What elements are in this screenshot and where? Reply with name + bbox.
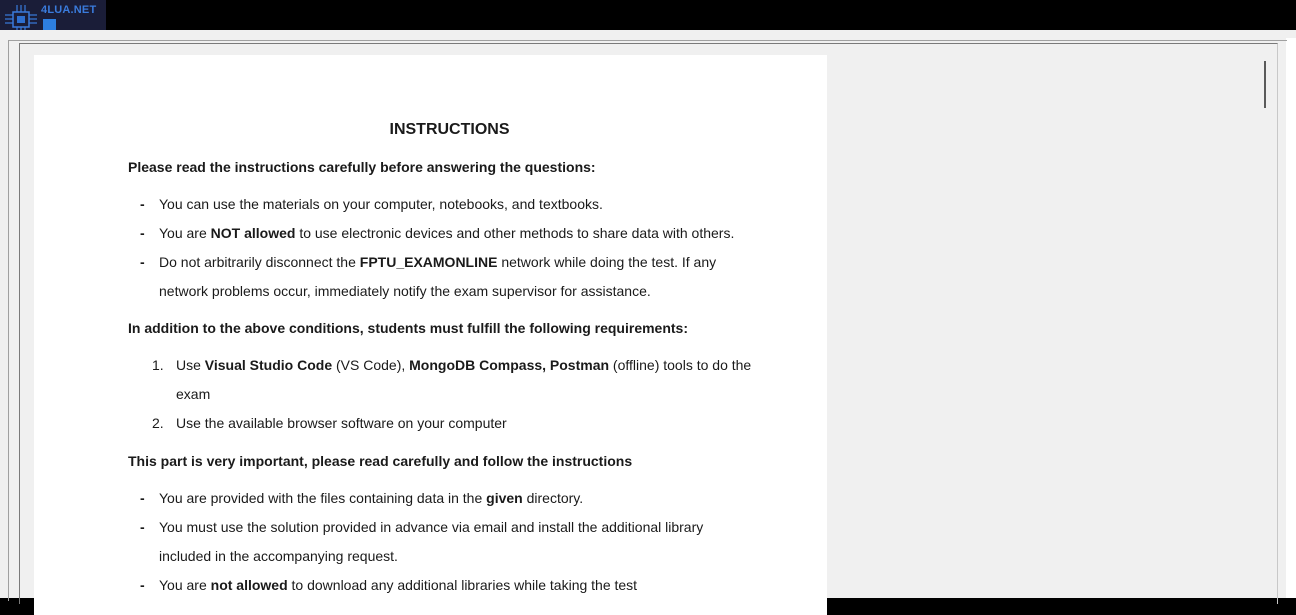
list-item-emphasis: Postman <box>549 357 610 373</box>
requirements-heading: In addition to the above conditions, stu… <box>128 320 689 336</box>
bullet-marker: - <box>140 196 145 212</box>
list-number: 1. <box>152 357 164 373</box>
logo-text: 4LUA.NET <box>41 4 97 16</box>
list-item: You are NOT allowed to use electronic de… <box>159 225 734 241</box>
list-item-continuation: included in the accompanying request. <box>159 548 398 564</box>
list-item: You are provided with the files containi… <box>159 490 583 506</box>
list-item-text: (VS Code), <box>332 357 410 373</box>
list-item-text: You are <box>159 577 211 593</box>
list-number: 2. <box>152 415 164 431</box>
list-item-emphasis: not allowed <box>210 577 288 593</box>
list-item-text: Do not arbitrarily disconnect the FPTU_E… <box>159 254 716 270</box>
important-heading: This part is very important, please read… <box>128 453 633 469</box>
list-item: Do not arbitrarily disconnect the FPTU_E… <box>159 254 771 270</box>
numbered-item: Use Visual Studio Code (VS Code), MongoD… <box>176 357 751 373</box>
list-item: You must use the solution provided in ad… <box>159 519 704 535</box>
viewer-edge <box>1286 38 1296 598</box>
numbered-item-continuation: exam <box>176 386 211 402</box>
document-viewer: INSTRUCTIONS Please read the instruction… <box>0 30 1296 615</box>
list-item-text: You are provided with the files containi… <box>159 490 487 506</box>
list-item-emphasis: FPTU_EXAMONLINE <box>359 254 498 270</box>
list-item-text: Use <box>176 357 205 373</box>
list-item-text-part: Do not arbitrarily disconnect the <box>159 254 360 270</box>
page-title: INSTRUCTIONS <box>389 121 510 138</box>
list-item-emphasis: given <box>486 490 523 506</box>
bullet-marker: - <box>140 577 145 593</box>
list-item-text: You can use the materials on your comput… <box>159 196 603 212</box>
bullet-marker: - <box>140 254 145 270</box>
list-item-text: (offline) tools to do the <box>609 357 752 373</box>
document-page: INSTRUCTIONS Please read the instruction… <box>34 55 827 615</box>
list-item-continuation: network problems occur, immediately noti… <box>159 283 651 299</box>
bullet-marker: - <box>140 225 145 241</box>
list-item-text: directory. <box>522 490 584 506</box>
list-item-emphasis: NOT allowed <box>210 225 296 241</box>
list-item-emphasis: Visual Studio Code <box>204 357 333 373</box>
list-item-emphasis: MongoDB Compass, <box>409 357 547 373</box>
list-item-text: to use electronic devices and other meth… <box>295 225 735 241</box>
bullet-marker: - <box>140 519 145 535</box>
numbered-item: Use the available browser software on yo… <box>176 415 507 431</box>
list-item-text: to download any additional libraries whi… <box>287 577 638 593</box>
list-item: You are not allowed to download any addi… <box>159 577 637 593</box>
instructions-heading: Please read the instructions carefully b… <box>128 159 596 175</box>
list-item-text-part: network while doing the test. If any <box>497 254 717 270</box>
list-item: You can use the materials on your comput… <box>159 196 603 212</box>
bullet-marker: - <box>140 490 145 506</box>
vertical-scrollbar-thumb[interactable] <box>1264 61 1266 108</box>
list-item-text: You are <box>159 225 211 241</box>
